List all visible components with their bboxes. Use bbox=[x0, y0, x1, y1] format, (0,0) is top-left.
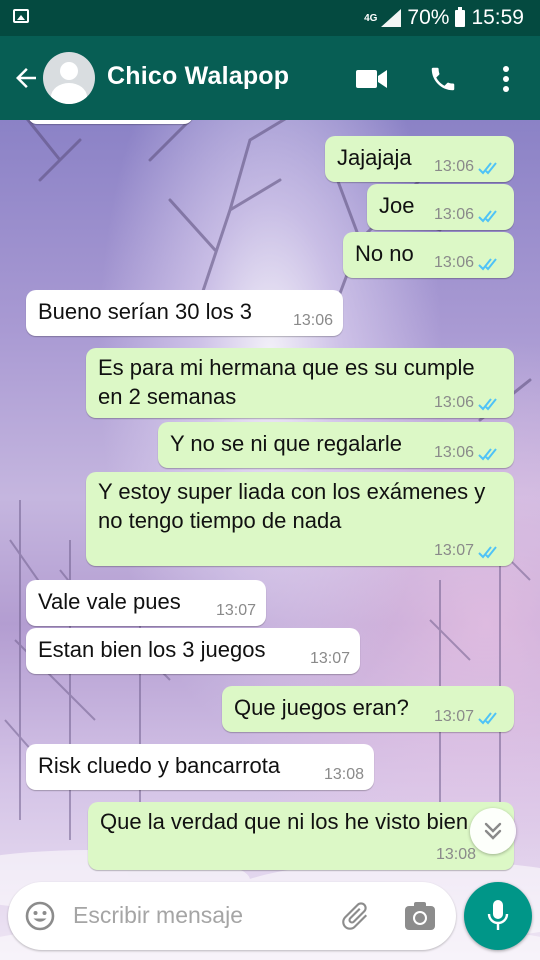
chat-area[interactable]: Jajajaja 13:06 Joe 13:06 No no 13:06 Bue… bbox=[0, 120, 540, 960]
status-bar: 4G 70% 15:59 bbox=[0, 0, 540, 36]
contact-avatar[interactable] bbox=[43, 52, 95, 104]
message-bubble[interactable]: Estan bien los 3 juegos 13:07 bbox=[26, 628, 360, 674]
message-bubble-partial[interactable] bbox=[28, 120, 193, 124]
chat-header: Chico Walapop bbox=[0, 36, 540, 120]
emoji-icon[interactable] bbox=[24, 900, 56, 932]
read-receipt-icon bbox=[478, 258, 497, 271]
message-bubble[interactable]: Es para mi hermana que es su cumple en 2… bbox=[86, 348, 514, 418]
message-time: 13:06 bbox=[433, 394, 474, 411]
message-time: 13:06 bbox=[292, 312, 333, 329]
voice-message-button[interactable] bbox=[464, 882, 532, 950]
scroll-to-bottom-button[interactable] bbox=[470, 808, 516, 854]
back-arrow-icon[interactable] bbox=[8, 58, 44, 98]
message-bubble[interactable]: Que la verdad que ni los he visto bien 1… bbox=[88, 802, 514, 870]
message-text: Risk cluedo y bancarrota bbox=[38, 753, 281, 778]
read-receipt-icon bbox=[478, 712, 497, 725]
message-input[interactable]: Escribir mensaje bbox=[73, 902, 243, 929]
message-bubble[interactable]: Que juegos eran? 13:07 bbox=[222, 686, 514, 732]
message-text: Que la verdad que ni los he visto bien bbox=[100, 809, 469, 834]
video-call-icon[interactable] bbox=[356, 69, 388, 89]
contact-name[interactable]: Chico Walapop bbox=[107, 62, 289, 91]
read-receipt-icon bbox=[478, 210, 497, 223]
message-time: 13:07 bbox=[215, 602, 256, 619]
read-receipt-icon bbox=[478, 448, 497, 461]
message-bubble[interactable]: No no 13:06 bbox=[343, 232, 514, 278]
paperclip-icon[interactable] bbox=[338, 898, 372, 934]
message-bubble[interactable]: Risk cluedo y bancarrota 13:08 bbox=[26, 744, 374, 790]
avatar-body bbox=[51, 83, 87, 104]
avatar-head bbox=[60, 62, 78, 80]
message-bubble[interactable]: Y estoy super liada con los exámenes y n… bbox=[86, 472, 514, 566]
status-bar-indicators: 4G 70% 15:59 bbox=[364, 4, 524, 32]
message-time: 13:06 bbox=[433, 444, 474, 461]
camera-icon[interactable] bbox=[404, 901, 436, 931]
message-time: 13:07 bbox=[433, 542, 474, 559]
network-type: 4G bbox=[364, 12, 378, 24]
message-time: 13:06 bbox=[433, 158, 474, 175]
battery-percent: 70% bbox=[407, 6, 450, 29]
message-time: 13:06 bbox=[433, 206, 474, 223]
signal-icon bbox=[381, 9, 402, 27]
message-time: 13:07 bbox=[433, 708, 474, 725]
message-bubble[interactable]: Joe 13:06 bbox=[367, 184, 514, 230]
message-time: 13:07 bbox=[309, 650, 350, 667]
message-time: 13:08 bbox=[323, 766, 364, 783]
message-composer: Escribir mensaje bbox=[8, 882, 456, 950]
read-receipt-icon bbox=[478, 162, 497, 175]
battery-icon bbox=[455, 6, 466, 27]
more-options-icon[interactable] bbox=[496, 64, 516, 94]
chevron-double-down-icon bbox=[484, 822, 502, 840]
message-bubble[interactable]: Y no se ni que regalarle 13:06 bbox=[158, 422, 514, 468]
message-text: Y estoy super liada con los exámenes y n… bbox=[98, 479, 486, 533]
phone-icon[interactable] bbox=[428, 64, 458, 94]
image-notification-icon bbox=[13, 9, 29, 23]
message-bubble[interactable]: Vale vale pues 13:07 bbox=[26, 580, 266, 626]
read-receipt-icon bbox=[478, 398, 497, 411]
message-bubble[interactable]: Bueno serían 30 los 3 13:06 bbox=[26, 290, 343, 336]
message-bubble[interactable]: Jajajaja 13:06 bbox=[325, 136, 514, 182]
message-time: 13:06 bbox=[433, 254, 474, 271]
read-receipt-icon bbox=[478, 546, 497, 559]
microphone-icon bbox=[487, 900, 509, 930]
clock: 15:59 bbox=[471, 6, 524, 29]
